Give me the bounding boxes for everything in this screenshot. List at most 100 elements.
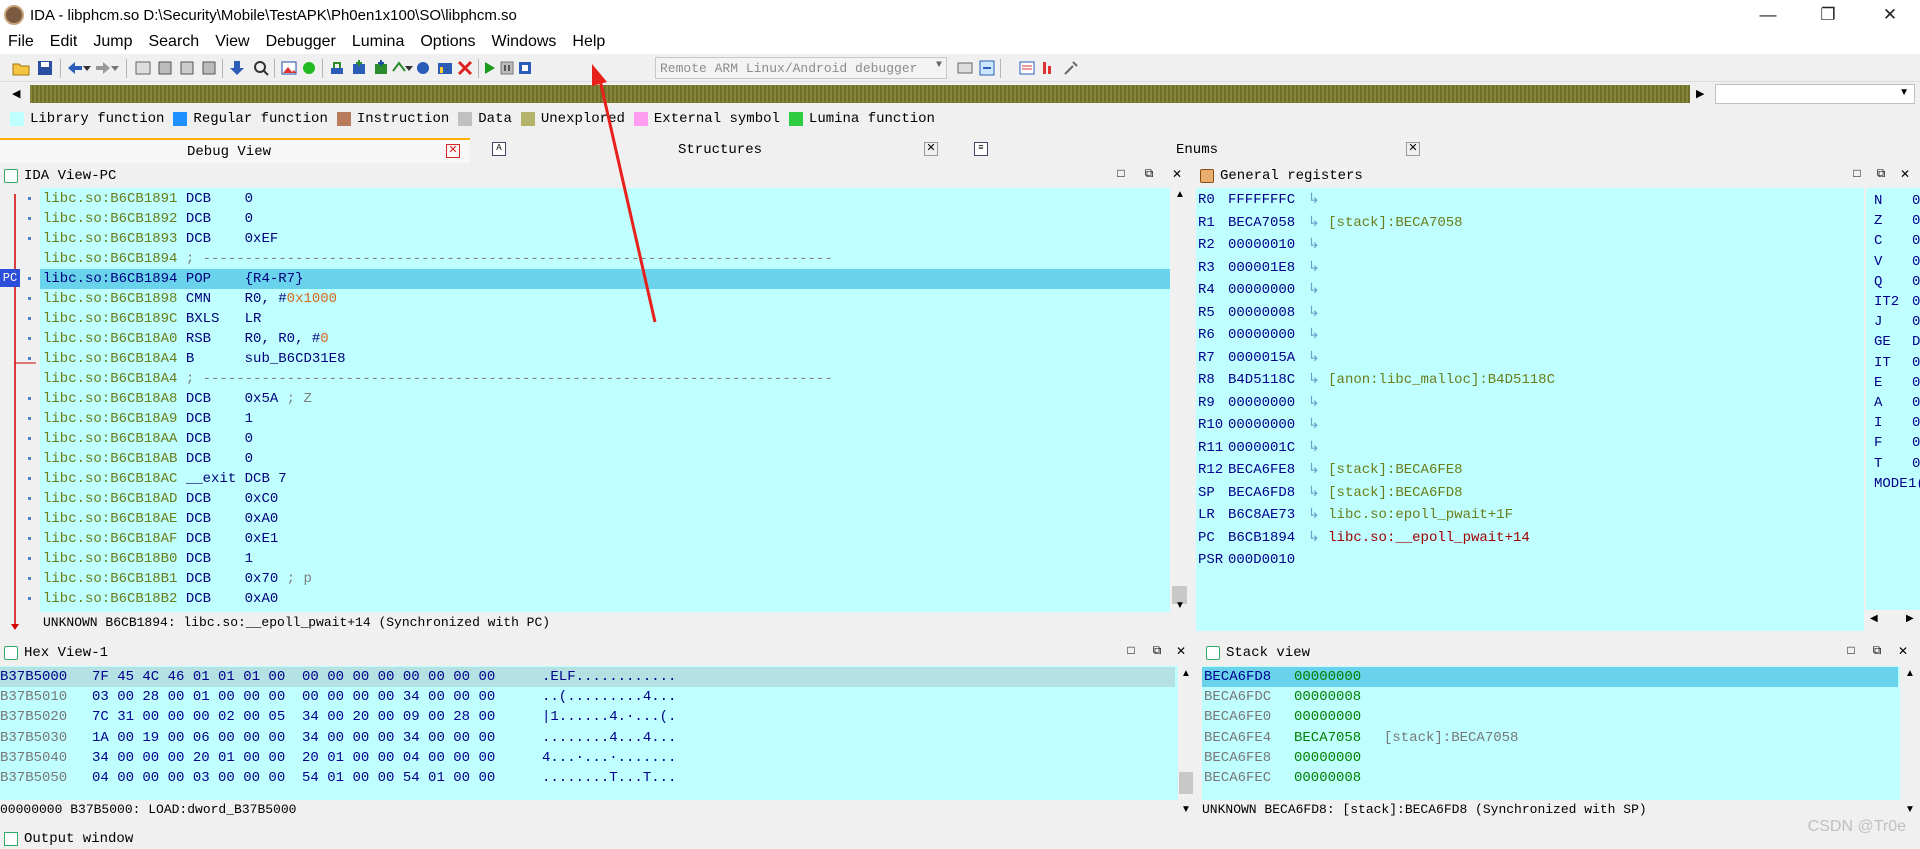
register-row[interactable]: R8 B4D5118C ↳ [anon:libc_malloc]:B4D5118C [1198,369,1555,391]
scroll-left-icon[interactable]: ◀ [1870,613,1878,624]
nav-scroll-right-icon[interactable]: ▶ [1696,87,1704,100]
nav-address-combo[interactable]: ▼ [1715,84,1915,104]
register-value[interactable]: BECA6FD8 [1228,482,1308,504]
jump-arrow-icon[interactable]: ↳ [1308,237,1328,253]
register-row[interactable]: R7 0000015A ↳ [1198,347,1328,369]
flags-hscroll[interactable]: ◀ ▶ [1866,610,1920,631]
hex-row[interactable]: B37B5020 7C 31 00 00 00 02 00 05 34 00 20… [0,707,1175,727]
panel-close-icon[interactable]: ✕ [1172,644,1190,659]
flag-row[interactable]: N0 [1874,191,1920,211]
register-row[interactable]: R10 00000000 ↳ [1198,414,1328,436]
register-value[interactable]: 00000000 [1228,324,1308,346]
hex-bytes[interactable]: 7C 31 00 00 00 02 00 05 34 00 20 00 09 0… [92,707,542,727]
register-row[interactable]: R3 000001E8 ↳ [1198,257,1328,279]
hex-row[interactable]: B37B5030 1A 00 19 00 06 00 00 00 34 00 00… [0,728,1175,748]
flag-row[interactable]: V0 [1874,252,1920,272]
register-value[interactable]: B6CB1894 [1228,527,1308,549]
xrefs-dropdown-icon[interactable] [404,59,414,77]
register-value[interactable]: 00000000 [1228,279,1308,301]
menu-options[interactable]: Options [412,33,483,51]
stack-row[interactable]: BECA6FDC 00000008 [1202,687,1898,707]
debugger-select[interactable]: Remote ARM Linux/Android debugger ▼ [655,57,947,79]
register-row[interactable]: R11 0000001C ↳ [1198,437,1328,459]
navigation-overview-strip[interactable] [30,85,1690,103]
close-button[interactable]: ✕ [1862,0,1918,30]
jump-arrow-icon[interactable]: ↳ [1308,507,1328,523]
flag-row[interactable]: C0 [1874,231,1920,251]
stack-value[interactable]: 00000008 [1294,687,1384,707]
hex-ascii[interactable]: ........4...4... [542,730,676,746]
hex-row[interactable]: B37B5040 34 00 00 00 20 01 00 00 20 01 00… [0,748,1175,768]
register-row[interactable]: R6 00000000 ↳ [1198,324,1328,346]
jump-arrow-icon[interactable]: ↳ [1308,192,1328,208]
scroll-up-icon[interactable]: ▲ [1181,668,1191,679]
delete-icon[interactable] [456,59,474,77]
flag-row[interactable]: MODE1( [1874,474,1920,494]
scroll-down-icon[interactable]: ▼ [1175,600,1185,611]
hex-vertical-scrollbar[interactable]: ▲ ▼ [1178,666,1194,820]
tab-enums[interactable]: ≡ Enums ✕ [966,138,1432,163]
stack-value[interactable]: 00000008 [1294,768,1384,788]
disasm-line[interactable]: libc.so:B6CB18A8 DCB 0x5A ; Z [40,389,1170,409]
ida-disassembly-view[interactable]: PC libc.so:B6CB1891 DCB 0 libc.so:B6CB189… [0,188,1190,631]
register-value[interactable]: 00000000 [1228,414,1308,436]
register-row[interactable]: PSR 000D0010 [1198,549,1308,571]
chart-icon[interactable] [436,59,454,77]
register-row[interactable]: R9 00000000 ↳ [1198,392,1328,414]
register-reference[interactable]: [stack]:BECA6FE8 [1328,462,1462,478]
forward-dropdown-icon[interactable] [110,59,120,77]
register-row[interactable]: R12 BECA6FE8 ↳ [stack]:BECA6FE8 [1198,459,1463,481]
scroll-down-icon[interactable]: ▼ [1181,804,1191,815]
green-dot-icon[interactable] [300,59,318,77]
register-value[interactable]: BECA7058 [1228,212,1308,234]
register-value[interactable]: 0000015A [1228,347,1308,369]
output-window-header[interactable]: Output window [0,829,1920,849]
disasm-line[interactable]: libc.so:B6CB18AD DCB 0xC0 [40,489,1170,509]
jump-arrow-icon[interactable]: ↳ [1308,327,1328,343]
save-icon[interactable] [36,59,54,77]
hex-bytes[interactable]: 1A 00 19 00 06 00 00 00 34 00 00 00 34 0… [92,728,542,748]
register-value[interactable]: 00000000 [1228,392,1308,414]
disasm-line[interactable]: libc.so:B6CB18B1 DCB 0x70 ; p [40,569,1170,589]
register-value[interactable]: 000001E8 [1228,257,1308,279]
hex-view[interactable]: B37B5000 7F 45 4C 46 01 01 01 00 00 00 00… [0,666,1180,800]
stack-view[interactable]: BECA6FD8 00000000 BECA6FDC 00000008 BECA6FE0… [1202,666,1900,800]
register-value[interactable]: 000D0010 [1228,549,1308,571]
hex-icon[interactable] [134,59,152,77]
jump-arrow-icon[interactable]: ↳ [1308,305,1328,321]
jump-arrow-icon[interactable]: ↳ [1308,350,1328,366]
jump-arrow-icon[interactable]: ↳ [1308,440,1328,456]
scroll-right-icon[interactable]: ▶ [1906,613,1914,624]
open-folder-icon[interactable] [12,59,30,77]
hex-ascii[interactable]: 4...·...·....... [542,750,676,766]
jump-arrow-icon[interactable]: ↳ [1308,530,1328,546]
stack-value[interactable]: 00000000 [1294,707,1384,727]
scrollbar-thumb[interactable] [1179,772,1193,794]
hex-bytes[interactable]: 34 00 00 00 20 01 00 00 20 01 00 00 04 0… [92,748,542,768]
disasm-line[interactable]: libc.so:B6CB18AC __exit DCB 7 [40,469,1170,489]
tracing-icon[interactable] [1040,59,1058,77]
back-dropdown-icon[interactable] [82,59,92,77]
disasm-line[interactable]: libc.so:B6CB1894 ; ---------------------… [40,249,1170,269]
hex-ascii[interactable]: |1......4.·...(. [542,709,676,725]
tab-close-icon[interactable]: ✕ [924,142,938,156]
register-row[interactable]: R0 FFFFFFFC ↳ [1198,189,1328,211]
menu-file[interactable]: File [0,33,42,51]
panel-close-icon[interactable]: ✕ [1894,644,1912,659]
stack-row[interactable]: BECA6FE4 BECA7058 [stack]:BECA7058 [1202,728,1898,748]
breakpoint-list-icon[interactable] [1018,59,1036,77]
stack-value[interactable]: 00000000 [1294,748,1384,768]
register-value[interactable]: 0000001C [1228,437,1308,459]
disasm-line[interactable]: libc.so:B6CB18A0 RSB R0, R0, #0 [40,329,1170,349]
stack-vertical-scrollbar[interactable]: ▲ ▼ [1900,666,1920,820]
disasm-line[interactable]: libc.so:B6CB18B0 DCB 1 [40,549,1170,569]
disasm-line[interactable]: libc.so:B6CB1893 DCB 0xEF [40,229,1170,249]
stack-row[interactable]: BECA6FE0 00000000 [1202,707,1898,727]
hex-row[interactable]: B37B5000 7F 45 4C 46 01 01 01 00 00 00 00… [0,667,1175,687]
jump-arrow-icon[interactable]: ↳ [1308,395,1328,411]
register-row[interactable]: LR B6C8AE73 ↳ libc.so:epoll_pwait+1F [1198,504,1513,526]
disasm-line[interactable]: libc.so:B6CB18A4 B sub_B6CD31E8 [40,349,1170,369]
attach-icon[interactable] [956,59,974,77]
jump-arrow-icon[interactable]: ↳ [1308,462,1328,478]
menu-debugger[interactable]: Debugger [258,33,344,51]
